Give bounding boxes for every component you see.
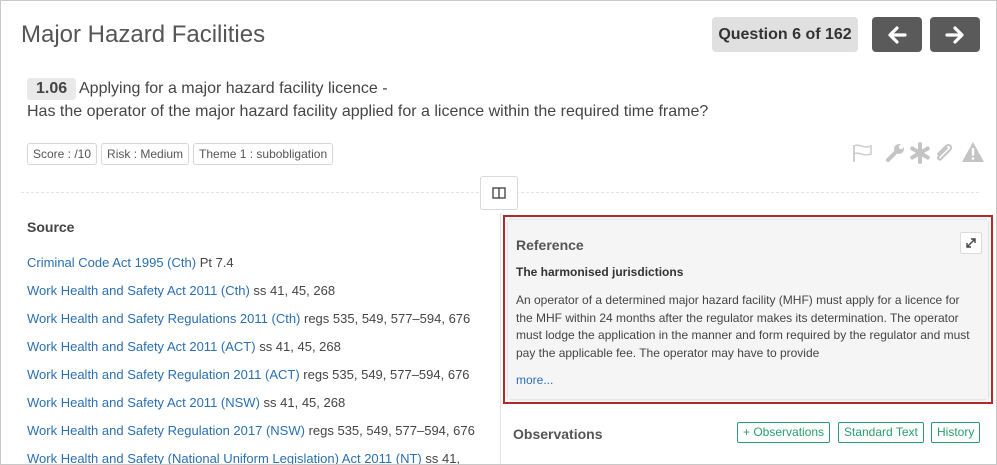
question-text: Has the operator of the major hazard fac… bbox=[27, 103, 709, 120]
question-number-badge: 1.06 bbox=[27, 78, 77, 100]
source-link[interactable]: Work Health and Safety Act 2011 (NSW) bbox=[27, 395, 260, 410]
source-link[interactable]: Work Health and Safety Regulation 2011 (… bbox=[27, 367, 300, 382]
risk-tag: Risk : Medium bbox=[101, 143, 190, 165]
reference-more-link[interactable]: more... bbox=[516, 373, 553, 387]
source-section: ss 41, bbox=[421, 451, 461, 465]
source-item: Criminal Code Act 1995 (Cth) Pt 7.4 bbox=[27, 255, 487, 283]
reference-panel-highlight: Reference The harmonised jurisdictions A… bbox=[503, 215, 993, 404]
question-tags: Score : /10 Risk : Medium Theme 1 : subo… bbox=[27, 143, 334, 165]
source-link[interactable]: Work Health and Safety Regulations 2011 … bbox=[27, 311, 300, 326]
asterisk-icon[interactable] bbox=[909, 142, 931, 164]
expand-icon bbox=[966, 238, 976, 248]
reference-panel: Reference The harmonised jurisdictions A… bbox=[508, 220, 988, 399]
standard-text-button[interactable]: Standard Text bbox=[838, 422, 924, 443]
source-link[interactable]: Work Health and Safety Act 2011 (ACT) bbox=[27, 339, 256, 354]
source-section: regs 535, 549, 577–594, 676 bbox=[300, 311, 471, 326]
wrench-icon[interactable] bbox=[884, 142, 906, 164]
question-toolbar bbox=[851, 141, 986, 167]
source-section: ss 41, 45, 268 bbox=[249, 283, 336, 298]
arrow-right-icon bbox=[945, 25, 964, 44]
source-link[interactable]: Work Health and Safety Act 2011 (Cth) bbox=[27, 283, 250, 298]
score-tag: Score : /10 bbox=[27, 143, 98, 165]
reference-heading: Reference bbox=[516, 237, 584, 253]
source-item: Work Health and Safety Regulations 2011 … bbox=[27, 311, 487, 339]
source-item: Work Health and Safety Act 2011 (ACT) ss… bbox=[27, 339, 487, 367]
previous-question-button[interactable] bbox=[872, 17, 922, 52]
source-link[interactable]: Work Health and Safety (National Uniform… bbox=[27, 451, 422, 464]
source-item: Work Health and Safety Regulation 2017 (… bbox=[27, 423, 487, 451]
source-section: regs 535, 549, 577–594, 676 bbox=[304, 423, 475, 438]
observations-heading: Observations bbox=[513, 426, 603, 442]
source-item: Work Health and Safety Act 2011 (Cth) ss… bbox=[27, 283, 487, 311]
paperclip-icon[interactable] bbox=[933, 142, 955, 164]
column-separator bbox=[500, 213, 501, 464]
source-section: ss 41, 45, 268 bbox=[259, 395, 346, 410]
source-heading: Source bbox=[27, 219, 75, 235]
source-item: Work Health and Safety Regulation 2011 (… bbox=[27, 367, 487, 395]
split-view-toggle-button[interactable] bbox=[480, 176, 518, 210]
source-section: Pt 7.4 bbox=[196, 255, 234, 270]
reference-subtitle: The harmonised jurisdictions bbox=[516, 265, 684, 279]
next-question-button[interactable] bbox=[930, 17, 980, 52]
reference-body: An operator of a determined major hazard… bbox=[516, 293, 970, 360]
theme-tag: Theme 1 : subobligation bbox=[193, 143, 334, 165]
app-window: Major Hazard Facilities Question 6 of 16… bbox=[0, 0, 997, 465]
flag-icon[interactable] bbox=[851, 143, 875, 163]
expand-reference-button[interactable] bbox=[960, 232, 982, 254]
source-link[interactable]: Work Health and Safety Regulation 2017 (… bbox=[27, 423, 305, 438]
question-counter: Question 6 of 162 bbox=[712, 17, 858, 52]
source-link[interactable]: Criminal Code Act 1995 (Cth) bbox=[27, 255, 196, 270]
history-button[interactable]: History bbox=[931, 422, 981, 443]
add-observation-button[interactable]: + Observations bbox=[737, 422, 831, 443]
source-section: regs 535, 549, 577–594, 676 bbox=[299, 367, 470, 382]
source-item: Work Health and Safety (National Uniform… bbox=[27, 451, 487, 465]
arrow-left-icon bbox=[888, 25, 907, 44]
source-item: Work Health and Safety Act 2011 (NSW) ss… bbox=[27, 395, 487, 423]
warning-icon[interactable] bbox=[961, 141, 985, 163]
columns-icon bbox=[492, 187, 506, 199]
source-section: ss 41, 45, 268 bbox=[255, 339, 341, 354]
source-list: Criminal Code Act 1995 (Cth) Pt 7.4 Work… bbox=[27, 255, 487, 465]
question-topic: Applying for a major hazard facility lic… bbox=[79, 80, 388, 97]
page-title: Major Hazard Facilities bbox=[21, 21, 266, 48]
